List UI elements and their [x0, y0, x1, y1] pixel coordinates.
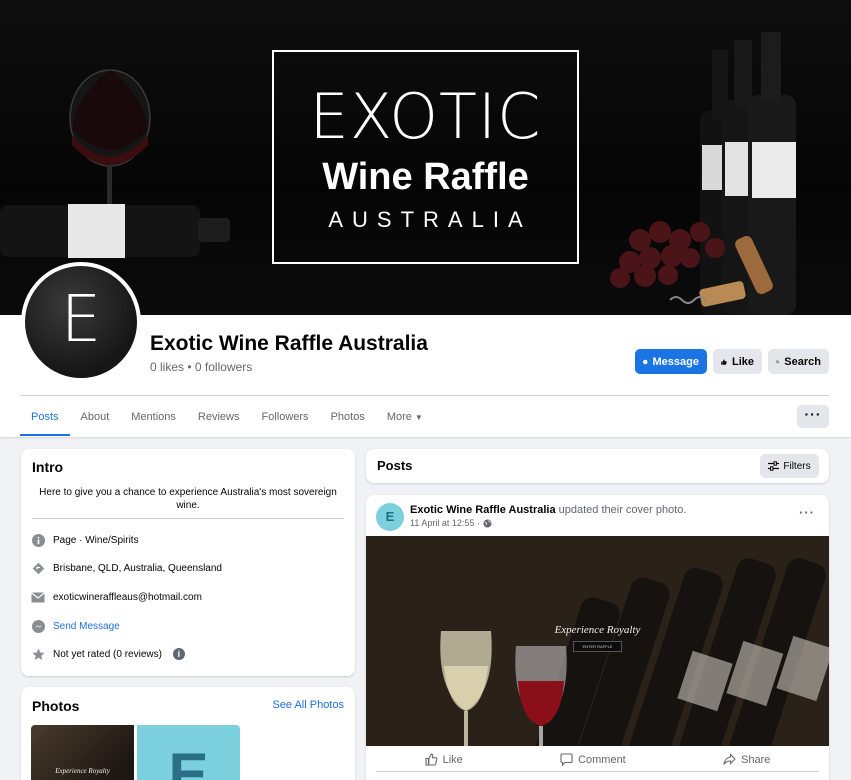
tab-mentions-label: Mentions — [131, 411, 176, 423]
info-icon — [31, 533, 45, 547]
post-like-label: Like — [442, 753, 463, 766]
post-image-caption: Experience Royalty — [554, 624, 641, 636]
intro-category: Page · Wine/Spirits — [53, 534, 139, 546]
posts-header-card: Posts Filters — [366, 449, 829, 483]
photos-title: Photos — [32, 698, 80, 714]
star-icon — [31, 647, 45, 661]
post-comment-button[interactable]: Comment — [560, 753, 626, 766]
cover-photo[interactable]: EXOTIC Wine Raffle AUSTRALIA — [0, 0, 851, 315]
like-button-label: Like — [731, 355, 754, 368]
search-page-button[interactable]: Search — [768, 349, 829, 374]
photo-thumbnail-caption: Experience Royalty — [55, 767, 110, 775]
intro-email[interactable]: exoticwineraffleaus@hotmail.com — [53, 592, 202, 603]
photo-thumbnail-letter: E — [168, 741, 209, 780]
thumbs-up-outline-icon — [425, 753, 437, 766]
post-like-button[interactable]: Like — [425, 753, 463, 766]
page-title: Exotic Wine Raffle Australia — [150, 332, 428, 355]
post-image[interactable]: Experience Royalty ENTER RAFFLE — [366, 536, 829, 746]
tab-posts-label: Posts — [31, 411, 59, 423]
tab-photos-label: Photos — [330, 411, 365, 423]
tab-more[interactable]: More ▼ — [376, 398, 434, 436]
messenger-icon — [31, 619, 45, 633]
intro-send-message-row: Send Message — [31, 619, 120, 633]
tab-followers[interactable]: Followers — [250, 398, 319, 436]
tab-posts[interactable]: Posts — [20, 398, 70, 436]
send-message-link[interactable]: Send Message — [53, 621, 120, 632]
post-options-icon[interactable]: ··· — [799, 505, 815, 520]
tab-reviews-label: Reviews — [197, 411, 240, 423]
search-icon — [776, 359, 780, 364]
tab-photos[interactable]: Photos — [320, 398, 376, 436]
logo-line-wine-raffle: Wine Raffle — [322, 156, 529, 198]
tab-more-label: More — [386, 411, 412, 423]
filters-label: Filters — [783, 460, 811, 472]
intro-card: Intro Here to give you a chance to exper… — [21, 449, 355, 676]
share-icon — [723, 753, 736, 765]
caret-down-icon: ▼ — [414, 413, 423, 422]
see-all-photos-link[interactable]: See All Photos — [272, 699, 344, 711]
thumbs-up-icon — [721, 358, 727, 365]
filters-button[interactable]: Filters — [760, 454, 819, 478]
more-options-button[interactable]: ··· — [797, 405, 829, 428]
page-tabs: Posts About Mentions Reviews Followers P… — [20, 398, 434, 436]
envelope-icon — [31, 590, 45, 604]
post-image-button: ENTER RAFFLE — [573, 641, 622, 652]
like-page-button[interactable]: Like — [713, 349, 762, 374]
intro-rating-row: Not yet rated (0 reviews) i — [31, 647, 185, 661]
intro-category-row: Page · Wine/Spirits — [31, 533, 139, 547]
post-timestamp[interactable]: 11 April at 12:55 · — [410, 518, 480, 528]
post-comment-label: Comment — [578, 753, 626, 766]
intro-location-row: Brisbane, QLD, Australia, Queensland — [31, 561, 222, 575]
post-meta: 11 April at 12:55 · — [410, 518, 492, 528]
intro-rating: Not yet rated (0 reviews) — [53, 648, 162, 660]
logo-line-exotic: EXOTIC — [309, 80, 542, 153]
intro-bio: Here to give you a chance to experience … — [39, 487, 337, 511]
tab-followers-label: Followers — [261, 411, 309, 423]
tab-reviews[interactable]: Reviews — [187, 398, 251, 436]
post-author-line: Exotic Wine Raffle Australia updated the… — [410, 504, 686, 517]
photos-card: Photos See All Photos Experience Royalty… — [21, 687, 355, 780]
location-diamond-icon — [31, 561, 45, 575]
post-author-avatar[interactable]: E — [376, 503, 404, 531]
post-action-text: updated their cover photo. — [555, 504, 687, 516]
profile-avatar[interactable]: E — [21, 262, 141, 382]
message-button[interactable]: Message — [635, 349, 707, 374]
post-author-name[interactable]: Exotic Wine Raffle Australia — [410, 504, 556, 516]
intro-email-row: exoticwineraffleaus@hotmail.com — [31, 590, 202, 604]
sliders-icon — [768, 461, 780, 471]
globe-icon — [483, 519, 492, 527]
logo-line-australia: AUSTRALIA — [328, 207, 532, 232]
post-action-bar: Like Comment Share — [376, 748, 819, 772]
avatar-letter: E — [60, 283, 102, 357]
tab-mentions[interactable]: Mentions — [120, 398, 187, 436]
post-card: E Exotic Wine Raffle Australia updated t… — [366, 495, 829, 780]
cover-logo: EXOTIC Wine Raffle AUSTRALIA — [272, 50, 579, 264]
post-share-button[interactable]: Share — [723, 753, 770, 766]
rating-info-icon[interactable]: i — [172, 648, 185, 660]
messenger-icon — [643, 359, 648, 364]
photo-thumbnail[interactable]: E — [137, 725, 240, 780]
photo-thumbnail[interactable]: Experience Royalty — [31, 725, 134, 780]
intro-location: Brisbane, QLD, Australia, Queensland — [53, 562, 222, 574]
header-divider — [20, 395, 829, 396]
post-share-label: Share — [741, 753, 771, 766]
intro-divider — [32, 518, 344, 519]
intro-title: Intro — [32, 459, 64, 475]
comment-icon — [560, 753, 573, 766]
tab-about-label: About — [80, 411, 110, 423]
page-stats: 0 likes • 0 followers — [150, 360, 253, 374]
search-button-label: Search — [784, 355, 821, 368]
tab-about[interactable]: About — [70, 398, 121, 436]
posts-title: Posts — [377, 458, 413, 473]
message-button-label: Message — [652, 355, 699, 368]
